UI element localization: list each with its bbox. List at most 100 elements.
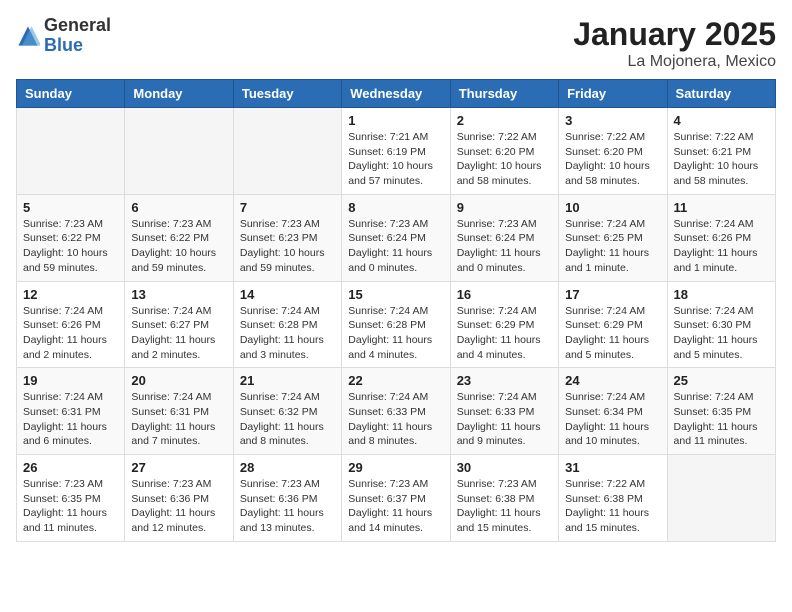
calendar-cell: 17 Sunrise: 7:24 AM Sunset: 6:29 PM Dayli…: [559, 281, 667, 368]
day-info: Sunrise: 7:24 AM Sunset: 6:33 PM Dayligh…: [457, 390, 552, 449]
day-number: 31: [565, 460, 660, 475]
calendar-cell: 13 Sunrise: 7:24 AM Sunset: 6:27 PM Dayli…: [125, 281, 233, 368]
calendar-cell: 7 Sunrise: 7:23 AM Sunset: 6:23 PM Daylig…: [233, 194, 341, 281]
calendar-cell: 28 Sunrise: 7:23 AM Sunset: 6:36 PM Dayli…: [233, 455, 341, 542]
day-info: Sunrise: 7:24 AM Sunset: 6:31 PM Dayligh…: [131, 390, 226, 449]
day-number: 24: [565, 373, 660, 388]
calendar-cell: 11Sunrise: 7:24 AM Sunset: 6:26 PM Dayli…: [667, 194, 775, 281]
calendar-cell: 19 Sunrise: 7:24 AM Sunset: 6:31 PM Dayli…: [17, 368, 125, 455]
day-info: Sunrise: 7:22 AM Sunset: 6:21 PM Dayligh…: [674, 130, 769, 189]
calendar-cell: 4 Sunrise: 7:22 AM Sunset: 6:21 PM Daylig…: [667, 108, 775, 195]
day-info: Sunrise: 7:23 AM Sunset: 6:36 PM Dayligh…: [240, 477, 335, 536]
day-info: Sunrise: 7:23 AM Sunset: 6:36 PM Dayligh…: [131, 477, 226, 536]
logo: General Blue: [16, 16, 111, 56]
day-info: Sunrise: 7:23 AM Sunset: 6:38 PM Dayligh…: [457, 477, 552, 536]
page-header: General Blue January 2025 La Mojonera, M…: [16, 16, 776, 71]
day-number: 30: [457, 460, 552, 475]
day-number: 10: [565, 200, 660, 215]
day-number: 4: [674, 113, 769, 128]
calendar-header-row: SundayMondayTuesdayWednesdayThursdayFrid…: [17, 80, 776, 108]
calendar-header-sunday: Sunday: [17, 80, 125, 108]
calendar-cell: 26 Sunrise: 7:23 AM Sunset: 6:35 PM Dayli…: [17, 455, 125, 542]
day-info: Sunrise: 7:24 AM Sunset: 6:35 PM Dayligh…: [674, 390, 769, 449]
calendar-header-friday: Friday: [559, 80, 667, 108]
calendar-cell: 3 Sunrise: 7:22 AM Sunset: 6:20 PM Daylig…: [559, 108, 667, 195]
day-number: 29: [348, 460, 443, 475]
day-number: 23: [457, 373, 552, 388]
day-info: Sunrise: 7:22 AM Sunset: 6:20 PM Dayligh…: [457, 130, 552, 189]
day-number: 3: [565, 113, 660, 128]
calendar-cell: 15Sunrise: 7:24 AM Sunset: 6:28 PM Dayli…: [342, 281, 450, 368]
day-info: Sunrise: 7:24 AM Sunset: 6:29 PM Dayligh…: [565, 304, 660, 363]
calendar-cell: 14 Sunrise: 7:24 AM Sunset: 6:28 PM Dayli…: [233, 281, 341, 368]
day-info: Sunrise: 7:22 AM Sunset: 6:20 PM Dayligh…: [565, 130, 660, 189]
day-number: 25: [674, 373, 769, 388]
day-number: 13: [131, 287, 226, 302]
day-info: Sunrise: 7:24 AM Sunset: 6:33 PM Dayligh…: [348, 390, 443, 449]
calendar-cell: 8 Sunrise: 7:23 AM Sunset: 6:24 PM Daylig…: [342, 194, 450, 281]
calendar-cell: [125, 108, 233, 195]
day-number: 5: [23, 200, 118, 215]
day-number: 14: [240, 287, 335, 302]
calendar-header-tuesday: Tuesday: [233, 80, 341, 108]
calendar-cell: 29 Sunrise: 7:23 AM Sunset: 6:37 PM Dayli…: [342, 455, 450, 542]
calendar-cell: [233, 108, 341, 195]
day-number: 28: [240, 460, 335, 475]
day-number: 17: [565, 287, 660, 302]
calendar-cell: 1 Sunrise: 7:21 AM Sunset: 6:19 PM Daylig…: [342, 108, 450, 195]
title-block: January 2025 La Mojonera, Mexico: [573, 16, 776, 71]
calendar-week-5: 26 Sunrise: 7:23 AM Sunset: 6:35 PM Dayli…: [17, 455, 776, 542]
day-number: 12: [23, 287, 118, 302]
day-info: Sunrise: 7:24 AM Sunset: 6:25 PM Dayligh…: [565, 217, 660, 276]
calendar-header-monday: Monday: [125, 80, 233, 108]
page-subtitle: La Mojonera, Mexico: [573, 53, 776, 71]
calendar-week-1: 1 Sunrise: 7:21 AM Sunset: 6:19 PM Daylig…: [17, 108, 776, 195]
page-title: January 2025: [573, 16, 776, 53]
day-info: Sunrise: 7:24 AM Sunset: 6:31 PM Dayligh…: [23, 390, 118, 449]
day-number: 1: [348, 113, 443, 128]
day-info: Sunrise: 7:24 AM Sunset: 6:32 PM Dayligh…: [240, 390, 335, 449]
day-number: 6: [131, 200, 226, 215]
day-number: 19: [23, 373, 118, 388]
day-number: 8: [348, 200, 443, 215]
calendar-cell: 27Sunrise: 7:23 AM Sunset: 6:36 PM Dayli…: [125, 455, 233, 542]
day-info: Sunrise: 7:24 AM Sunset: 6:28 PM Dayligh…: [240, 304, 335, 363]
day-info: Sunrise: 7:23 AM Sunset: 6:35 PM Dayligh…: [23, 477, 118, 536]
day-info: Sunrise: 7:21 AM Sunset: 6:19 PM Dayligh…: [348, 130, 443, 189]
calendar-table: SundayMondayTuesdayWednesdayThursdayFrid…: [16, 79, 776, 542]
calendar-cell: 12 Sunrise: 7:24 AM Sunset: 6:26 PM Dayli…: [17, 281, 125, 368]
calendar-cell: 18Sunrise: 7:24 AM Sunset: 6:30 PM Dayli…: [667, 281, 775, 368]
calendar-cell: 16Sunrise: 7:24 AM Sunset: 6:29 PM Dayli…: [450, 281, 558, 368]
day-number: 16: [457, 287, 552, 302]
calendar-week-2: 5Sunrise: 7:23 AM Sunset: 6:22 PM Daylig…: [17, 194, 776, 281]
calendar-week-4: 19 Sunrise: 7:24 AM Sunset: 6:31 PM Dayli…: [17, 368, 776, 455]
calendar-cell: 21Sunrise: 7:24 AM Sunset: 6:32 PM Dayli…: [233, 368, 341, 455]
calendar-week-3: 12 Sunrise: 7:24 AM Sunset: 6:26 PM Dayli…: [17, 281, 776, 368]
day-info: Sunrise: 7:23 AM Sunset: 6:24 PM Dayligh…: [348, 217, 443, 276]
day-number: 2: [457, 113, 552, 128]
day-info: Sunrise: 7:24 AM Sunset: 6:27 PM Dayligh…: [131, 304, 226, 363]
day-number: 26: [23, 460, 118, 475]
calendar-header-wednesday: Wednesday: [342, 80, 450, 108]
calendar-cell: 5Sunrise: 7:23 AM Sunset: 6:22 PM Daylig…: [17, 194, 125, 281]
day-info: Sunrise: 7:23 AM Sunset: 6:24 PM Dayligh…: [457, 217, 552, 276]
calendar-cell: 25 Sunrise: 7:24 AM Sunset: 6:35 PM Dayli…: [667, 368, 775, 455]
calendar-cell: [667, 455, 775, 542]
calendar-cell: 23 Sunrise: 7:24 AM Sunset: 6:33 PM Dayli…: [450, 368, 558, 455]
day-number: 9: [457, 200, 552, 215]
calendar-cell: 22Sunrise: 7:24 AM Sunset: 6:33 PM Dayli…: [342, 368, 450, 455]
calendar-cell: 20Sunrise: 7:24 AM Sunset: 6:31 PM Dayli…: [125, 368, 233, 455]
day-info: Sunrise: 7:24 AM Sunset: 6:30 PM Dayligh…: [674, 304, 769, 363]
day-info: Sunrise: 7:23 AM Sunset: 6:23 PM Dayligh…: [240, 217, 335, 276]
day-info: Sunrise: 7:23 AM Sunset: 6:37 PM Dayligh…: [348, 477, 443, 536]
logo-blue-text: Blue: [44, 36, 111, 56]
calendar-cell: 31Sunrise: 7:22 AM Sunset: 6:38 PM Dayli…: [559, 455, 667, 542]
logo-general-text: General: [44, 16, 111, 36]
calendar-cell: 10 Sunrise: 7:24 AM Sunset: 6:25 PM Dayli…: [559, 194, 667, 281]
calendar-header-thursday: Thursday: [450, 80, 558, 108]
day-info: Sunrise: 7:24 AM Sunset: 6:34 PM Dayligh…: [565, 390, 660, 449]
day-info: Sunrise: 7:24 AM Sunset: 6:26 PM Dayligh…: [23, 304, 118, 363]
calendar-cell: [17, 108, 125, 195]
calendar-cell: 30 Sunrise: 7:23 AM Sunset: 6:38 PM Dayli…: [450, 455, 558, 542]
day-number: 7: [240, 200, 335, 215]
